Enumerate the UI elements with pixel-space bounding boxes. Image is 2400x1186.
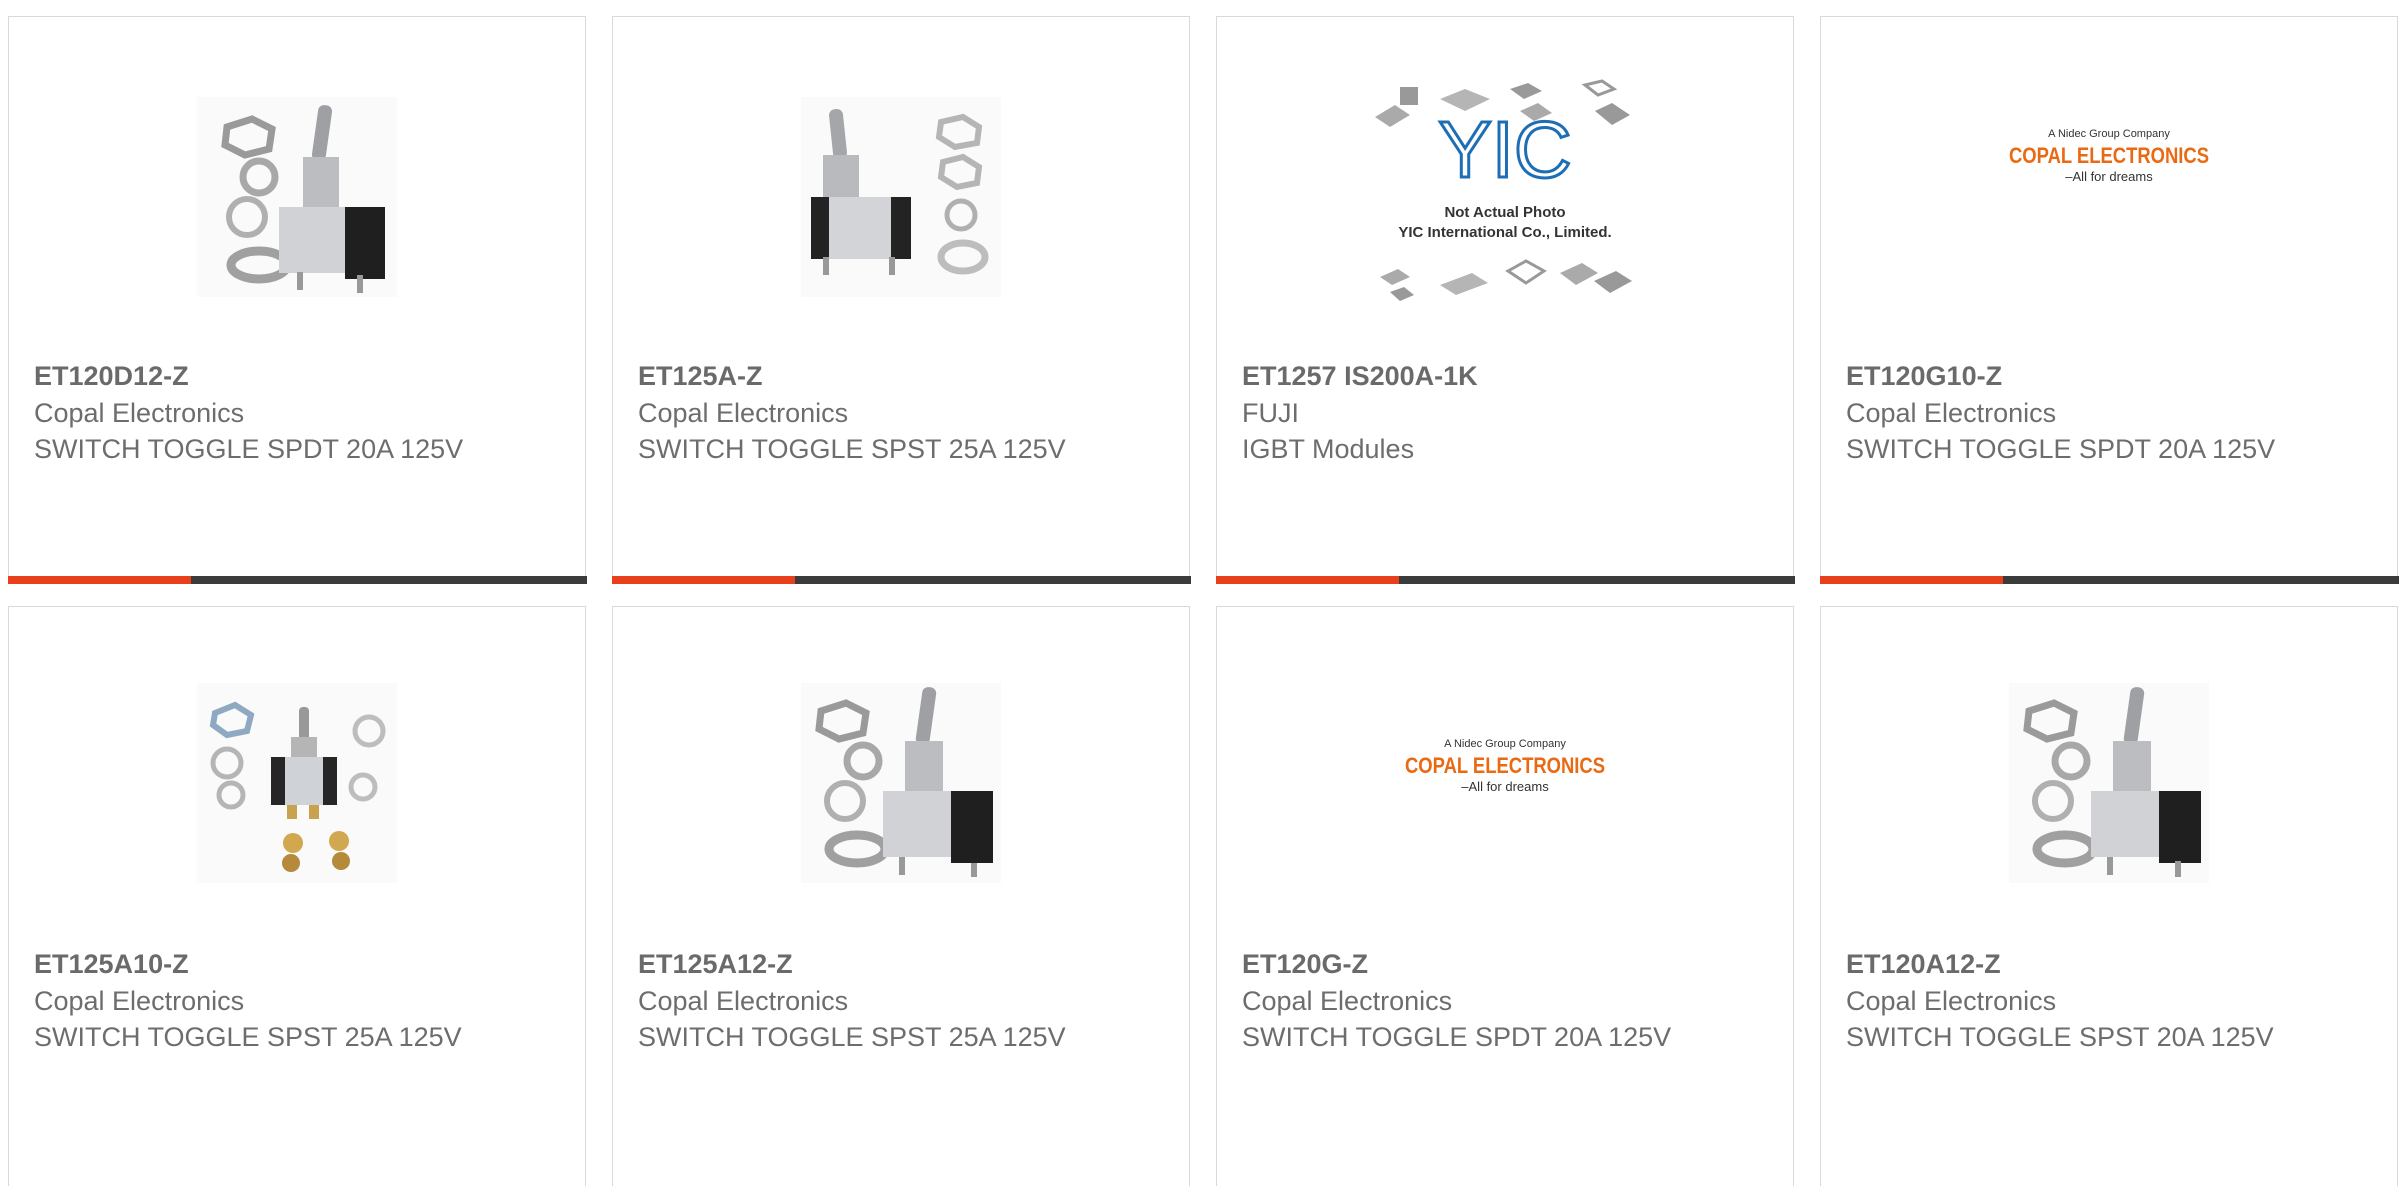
part-number[interactable]: ET1257 IS200A-1K xyxy=(1242,357,1773,395)
product-card[interactable]: ET125A12-Z Copal Electronics SWITCH TOGG… xyxy=(612,606,1190,1186)
part-number[interactable]: ET120A12-Z xyxy=(1846,945,2377,983)
part-number[interactable]: ET125A10-Z xyxy=(34,945,565,983)
product-info: ET125A10-Z Copal Electronics SWITCH TOGG… xyxy=(34,945,565,1055)
product-card[interactable]: ET120A12-Z Copal Electronics SWITCH TOGG… xyxy=(1820,606,2398,1186)
description: IGBT Modules xyxy=(1242,434,1415,464)
product-card[interactable]: YIC Not Actual Photo YIC International C… xyxy=(1215,16,1795,584)
product-info: ET120G-Z Copal Electronics SWITCH TOGGLE… xyxy=(1242,945,1773,1055)
product-image[interactable] xyxy=(613,77,1189,317)
product-image[interactable] xyxy=(613,663,1189,903)
yic-placeholder-icon: YIC Not Actual Photo YIC International C… xyxy=(1375,79,1632,301)
copal-tagline: A Nidec Group Company xyxy=(1444,738,1566,750)
copal-tagline: A Nidec Group Company xyxy=(2048,128,2170,140)
toggle-switch-kit-icon xyxy=(197,97,397,297)
card-footer-bar xyxy=(1819,576,2399,584)
part-number[interactable]: ET120D12-Z xyxy=(34,357,565,395)
copal-electronics-logo-icon: A Nidec Group Company COPAL ELECTRONICS … xyxy=(2009,128,2209,184)
manufacturer: Copal Electronics xyxy=(1242,986,1453,1016)
product-image[interactable]: A Nidec Group Company COPAL ELECTRONICS … xyxy=(1821,37,2397,277)
toggle-switch-hardware-icon xyxy=(197,683,397,883)
product-card[interactable]: A Nidec Group Company COPAL ELECTRONICS … xyxy=(1216,606,1794,1186)
manufacturer: Copal Electronics xyxy=(638,986,849,1016)
product-card[interactable]: ET120D12-Z Copal Electronics SWITCH TOGG… xyxy=(7,16,587,584)
product-card[interactable]: ET125A-Z Copal Electronics SWITCH TOGGLE… xyxy=(611,16,1191,584)
product-info: ET120G10-Z Copal Electronics SWITCH TOGG… xyxy=(1846,357,2377,467)
description: SWITCH TOGGLE SPDT 20A 125V xyxy=(1846,434,2276,464)
description: SWITCH TOGGLE SPDT 20A 125V xyxy=(34,434,464,464)
description: SWITCH TOGGLE SPST 25A 125V xyxy=(638,1022,1066,1052)
product-image[interactable]: A Nidec Group Company COPAL ELECTRONICS … xyxy=(1217,647,1793,887)
product-info: ET120A12-Z Copal Electronics SWITCH TOGG… xyxy=(1846,945,2377,1055)
card-footer-bar xyxy=(7,576,587,584)
manufacturer: Copal Electronics xyxy=(1846,398,2057,428)
copal-name: COPAL ELECTRONICS xyxy=(1405,753,1605,778)
product-card[interactable]: A Nidec Group Company COPAL ELECTRONICS … xyxy=(1819,16,2399,584)
product-image[interactable]: YIC Not Actual Photo YIC International C… xyxy=(1217,77,1793,317)
description: SWITCH TOGGLE SPST 25A 125V xyxy=(638,434,1066,464)
manufacturer: Copal Electronics xyxy=(34,986,245,1016)
part-number[interactable]: ET120G-Z xyxy=(1242,945,1773,983)
description: SWITCH TOGGLE SPST 25A 125V xyxy=(34,1022,462,1052)
card-footer-bar xyxy=(1215,576,1795,584)
product-info: ET120D12-Z Copal Electronics SWITCH TOGG… xyxy=(34,357,565,467)
toggle-switch-icon xyxy=(801,97,1001,297)
toggle-switch-kit-icon xyxy=(2009,683,2209,883)
placeholder-line1: Not Actual Photo xyxy=(1444,204,1565,221)
copal-slogan: –All for dreams xyxy=(1461,779,1549,794)
copal-electronics-logo-icon: A Nidec Group Company COPAL ELECTRONICS … xyxy=(1405,738,1605,794)
manufacturer: Copal Electronics xyxy=(638,398,849,428)
description: SWITCH TOGGLE SPDT 20A 125V xyxy=(1242,1022,1672,1052)
product-grid: ET120D12-Z Copal Electronics SWITCH TOGG… xyxy=(7,16,2400,1186)
card-footer-bar xyxy=(611,576,1191,584)
card-accent-bar xyxy=(1215,576,1399,584)
product-card[interactable]: ET125A10-Z Copal Electronics SWITCH TOGG… xyxy=(8,606,586,1186)
yic-logo: YIC xyxy=(1438,105,1571,194)
toggle-switch-kit-icon xyxy=(801,683,1001,883)
card-accent-bar xyxy=(7,576,191,584)
manufacturer: Copal Electronics xyxy=(1846,986,2057,1016)
product-info: ET125A-Z Copal Electronics SWITCH TOGGLE… xyxy=(638,357,1169,467)
product-info: ET1257 IS200A-1K FUJI IGBT Modules xyxy=(1242,357,1773,467)
part-number[interactable]: ET125A12-Z xyxy=(638,945,1169,983)
copal-slogan: –All for dreams xyxy=(2065,169,2153,184)
manufacturer: Copal Electronics xyxy=(34,398,245,428)
card-accent-bar xyxy=(611,576,795,584)
description: SWITCH TOGGLE SPST 20A 125V xyxy=(1846,1022,2274,1052)
placeholder-line2: YIC International Co., Limited. xyxy=(1398,224,1611,241)
product-image[interactable] xyxy=(1821,663,2397,903)
product-image[interactable] xyxy=(9,77,585,317)
card-accent-bar xyxy=(1819,576,2003,584)
product-image[interactable] xyxy=(9,663,585,903)
manufacturer: FUJI xyxy=(1242,398,1299,428)
product-info: ET125A12-Z Copal Electronics SWITCH TOGG… xyxy=(638,945,1169,1055)
part-number[interactable]: ET125A-Z xyxy=(638,357,1169,395)
copal-name: COPAL ELECTRONICS xyxy=(2009,143,2209,168)
part-number[interactable]: ET120G10-Z xyxy=(1846,357,2377,395)
